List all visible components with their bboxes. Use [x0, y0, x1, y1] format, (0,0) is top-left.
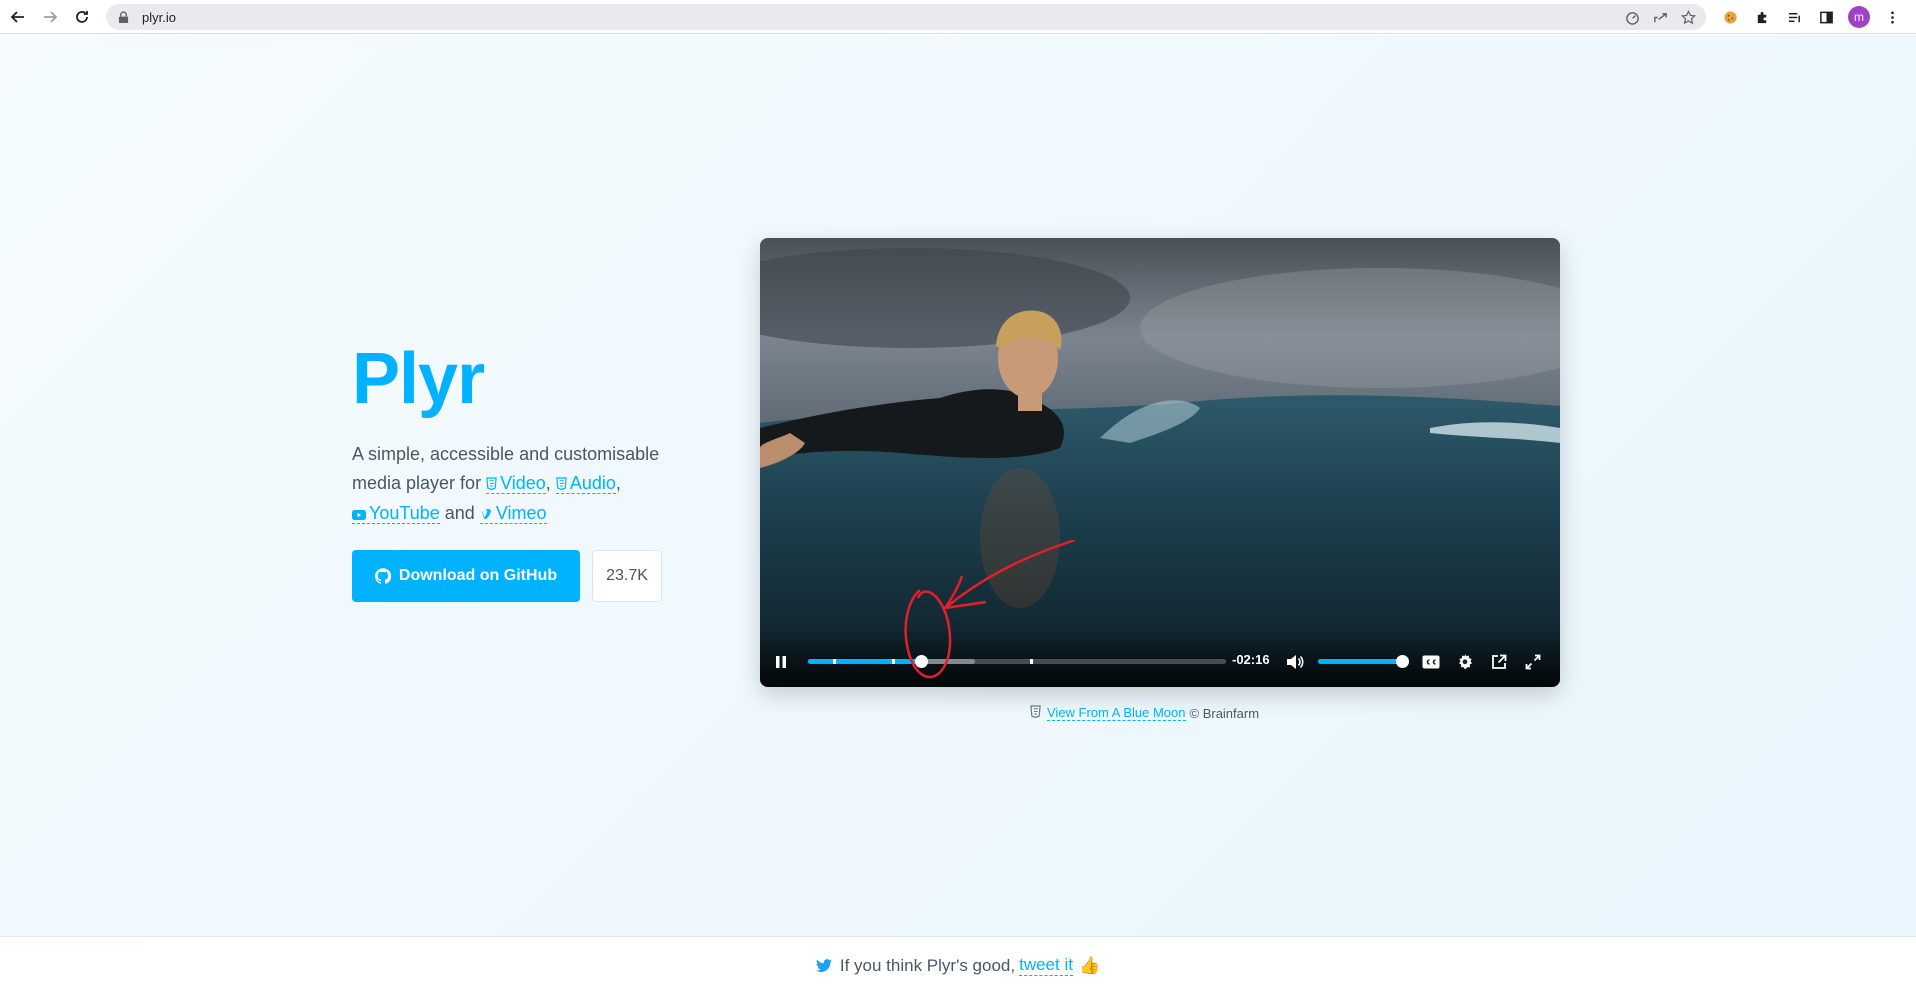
fullscreen-button[interactable] [1522, 651, 1544, 673]
bookmark-star-icon[interactable] [1678, 7, 1698, 27]
fullscreen-icon [1525, 654, 1541, 670]
volume-fill [1318, 659, 1402, 664]
popout-icon [1492, 654, 1507, 669]
extensions-puzzle-icon[interactable] [1752, 7, 1772, 27]
seek-bar[interactable] [808, 655, 1226, 668]
tagline: A simple, accessible and customisable me… [352, 440, 682, 529]
video-link[interactable]: Video [486, 473, 546, 494]
comma: , [545, 473, 551, 493]
lock-icon [118, 10, 130, 24]
youtube-link[interactable]: YouTube [352, 503, 440, 524]
github-stars-count[interactable]: 23.7K [592, 550, 662, 602]
seek-bar-fill [808, 659, 921, 664]
video-player[interactable]: -02:16 [760, 238, 1560, 687]
video-source-link[interactable]: View From A Blue Moon [1047, 705, 1186, 721]
twitter-icon [815, 958, 832, 973]
settings-button[interactable] [1454, 651, 1476, 673]
download-github-button[interactable]: Download on GitHub [352, 550, 580, 602]
video-caption: View From A Blue Moon © Brainfarm [1030, 705, 1259, 721]
video-link-label: Video [500, 473, 546, 493]
url-text: plyr.io [142, 9, 176, 25]
audio-link[interactable]: Audio [555, 473, 616, 494]
captions-icon [1422, 655, 1440, 669]
volume-thumb[interactable] [1396, 655, 1409, 668]
vimeo-link[interactable]: Vimeo [479, 503, 547, 524]
player-controls: -02:16 [760, 627, 1560, 687]
download-github-label: Download on GitHub [398, 567, 558, 584]
seek-thumb[interactable] [914, 655, 928, 668]
html5-icon [486, 470, 497, 499]
page-title: Plyr [352, 339, 485, 419]
caption-credit: © Brainfarm [1189, 705, 1260, 721]
gear-icon [1459, 654, 1472, 670]
captions-button[interactable] [1420, 651, 1442, 673]
back-button[interactable] [6, 5, 30, 29]
address-bar[interactable]: plyr.io [106, 4, 1706, 30]
browser-toolbar: plyr.io m [0, 0, 1916, 34]
forward-button[interactable] [38, 5, 62, 29]
thumbs-up-emoji: 👍 [1078, 955, 1101, 975]
footer: If you think Plyr's good, tweet it 👍 [0, 936, 1916, 994]
cookie-extension-icon[interactable] [1720, 7, 1740, 27]
pip-button[interactable] [1488, 651, 1510, 673]
mute-button[interactable] [1284, 651, 1306, 673]
arrow-right-icon [44, 11, 58, 23]
video-frame[interactable] [760, 238, 1560, 687]
side-panel-icon[interactable] [1816, 7, 1836, 27]
github-icon [374, 568, 391, 584]
youtube-link-label: YouTube [369, 503, 440, 523]
comma: , [615, 473, 621, 493]
audio-link-label: Audio [569, 473, 616, 493]
vimeo-icon [480, 500, 493, 529]
seek-marker[interactable] [891, 659, 895, 664]
pause-button[interactable] [770, 651, 792, 673]
reading-list-icon[interactable] [1784, 7, 1804, 27]
html5-icon [1030, 705, 1041, 721]
seek-marker[interactable] [1029, 659, 1033, 664]
share-icon[interactable] [1650, 7, 1670, 27]
html5-icon [556, 470, 567, 499]
and-text: and [444, 503, 475, 523]
reload-button[interactable] [70, 5, 94, 29]
vimeo-link-label: Vimeo [495, 503, 547, 523]
tweet-link[interactable]: tweet it [1019, 955, 1073, 976]
footer-text: If you think Plyr's good, [839, 955, 1016, 975]
reload-icon [76, 11, 88, 23]
pause-icon [776, 656, 786, 668]
seek-marker[interactable] [833, 659, 837, 664]
time-remaining: -02:16 [1232, 652, 1270, 667]
youtube-icon [352, 500, 366, 529]
menu-kebab-icon[interactable] [1882, 7, 1902, 27]
performance-icon[interactable] [1622, 7, 1642, 27]
volume-slider[interactable] [1318, 655, 1409, 668]
volume-icon [1287, 655, 1304, 669]
arrow-left-icon [10, 11, 24, 23]
profile-avatar[interactable]: m [1848, 6, 1870, 28]
